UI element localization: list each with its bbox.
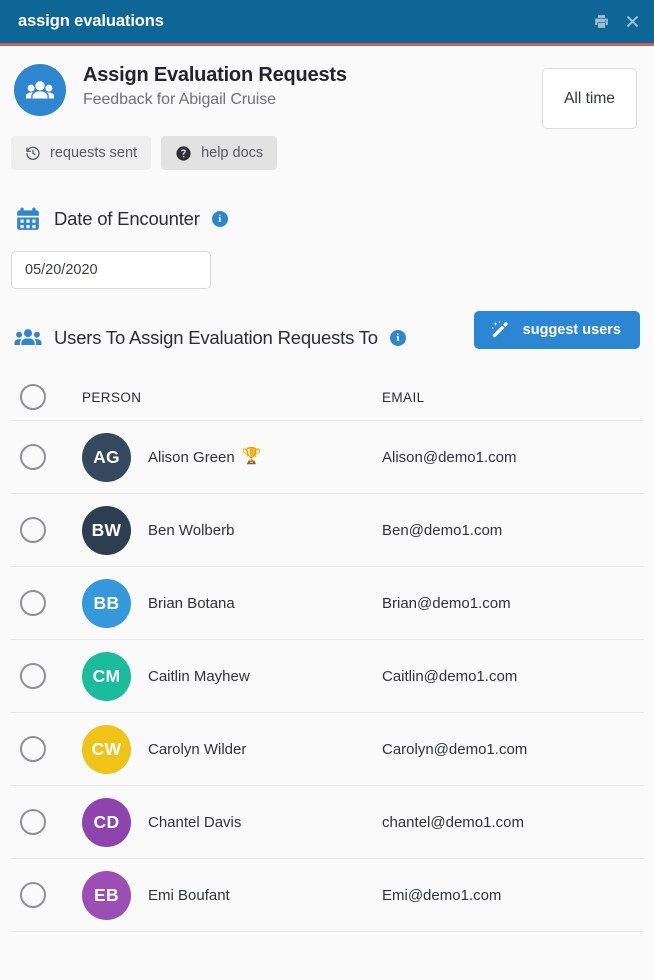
table-row[interactable]: AG Alison Green 🏆 Alison@demo1.com <box>10 421 644 494</box>
trophy-icon: 🏆 <box>241 448 262 465</box>
date-section-header: Date of Encounter i <box>14 170 640 233</box>
close-icon[interactable] <box>623 13 641 31</box>
person-cell: AG Alison Green 🏆 <box>82 432 382 482</box>
page-body: Assign Evaluation Requests Feedback for … <box>0 46 654 980</box>
requests-sent-button[interactable]: requests sent <box>11 136 152 170</box>
group-people-icon <box>14 64 66 116</box>
row-select-cell <box>20 882 82 908</box>
email-cell: Carolyn@demo1.com <box>382 740 528 758</box>
avatar: BW <box>82 505 131 555</box>
row-select-cell <box>20 590 82 616</box>
select-all-radio[interactable] <box>20 384 46 410</box>
page-header-text: Assign Evaluation Requests Feedback for … <box>83 62 347 109</box>
table-row[interactable]: EB Emi Boufant Emi@demo1.com <box>10 859 644 932</box>
person-name-text: Carolyn Wilder <box>148 740 247 758</box>
avatar: CW <box>82 724 131 774</box>
avatar: AG <box>82 432 131 482</box>
person-name-text: Caitlin Mayhew <box>148 667 250 685</box>
email-cell: chantel@demo1.com <box>382 813 524 831</box>
page-subtitle: Feedback for Abigail Cruise <box>83 91 276 108</box>
row-select-radio[interactable] <box>20 736 46 762</box>
table-row[interactable]: CD Chantel Davis chantel@demo1.com <box>10 786 644 859</box>
row-select-cell <box>20 663 82 689</box>
row-select-cell <box>20 809 82 835</box>
avatar: BB <box>82 578 131 628</box>
users-table: PERSON EMAIL AG Alison Green 🏆 Alison@demo1… <box>0 374 654 932</box>
email-cell: Alison@demo1.com <box>382 448 517 466</box>
person-name: Carolyn Wilder <box>148 741 246 758</box>
help-docs-label: help docs <box>201 145 264 161</box>
help-docs-button[interactable]: help docs <box>161 136 278 170</box>
avatar: CD <box>82 797 131 847</box>
select-all-cell <box>20 384 82 410</box>
date-section-label: Date of Encounter <box>54 208 200 229</box>
calendar-icon <box>14 205 42 233</box>
print-icon[interactable] <box>592 13 610 31</box>
person-cell: CW Carolyn Wilder <box>82 724 382 774</box>
column-header-person: PERSON <box>82 389 142 405</box>
date-of-encounter-input[interactable] <box>11 251 211 289</box>
window-titlebar: assign evaluations <box>0 0 654 43</box>
row-select-radio[interactable] <box>20 809 46 835</box>
row-select-radio[interactable] <box>20 590 46 616</box>
page-title: Assign Evaluation Requests <box>83 64 347 86</box>
users-to-assign-section: Users To Assign Evaluation Requests To i… <box>0 289 654 352</box>
row-select-cell <box>20 517 82 543</box>
row-select-radio[interactable] <box>20 663 46 689</box>
person-name-text: Emi Boufant <box>148 886 230 904</box>
person-cell: CD Chantel Davis <box>82 797 382 847</box>
row-select-cell <box>20 444 82 470</box>
table-row[interactable]: BW Ben Wolberb Ben@demo1.com <box>10 494 644 567</box>
person-cell: BW Ben Wolberb <box>82 505 382 555</box>
person-cell: CM Caitlin Mayhew <box>82 651 382 701</box>
email-cell: Emi@demo1.com <box>382 886 502 904</box>
suggest-users-label: suggest users <box>522 322 621 338</box>
email-cell: Caitlin@demo1.com <box>382 667 518 685</box>
time-filter-button[interactable]: All time <box>542 68 637 129</box>
column-header-email: EMAIL <box>382 389 425 405</box>
person-name-text: Ben Wolberb <box>148 521 235 539</box>
person-name: Chantel Davis <box>148 814 241 831</box>
question-circle-icon <box>175 145 192 162</box>
person-name: Alison Green 🏆 <box>148 449 262 466</box>
person-name: Ben Wolberb <box>148 522 234 539</box>
date-of-encounter-section: Date of Encounter i <box>0 170 654 289</box>
titlebar-actions <box>592 13 641 31</box>
person-name-text: Alison Green <box>148 448 235 466</box>
row-select-radio[interactable] <box>20 882 46 908</box>
window-title: assign evaluations <box>18 12 164 30</box>
person-cell: BB Brian Botana <box>82 578 382 628</box>
person-name: Brian Botana <box>148 595 235 612</box>
table-rows: AG Alison Green 🏆 Alison@demo1.com BW Ben Wol… <box>10 421 644 932</box>
table-row[interactable]: CM Caitlin Mayhew Caitlin@demo1.com <box>10 640 644 713</box>
table-header-row: PERSON EMAIL <box>10 374 644 421</box>
table-row[interactable]: CW Carolyn Wilder Carolyn@demo1.com <box>10 713 644 786</box>
magic-wand-icon <box>490 320 510 340</box>
row-select-cell <box>20 736 82 762</box>
avatar: EB <box>82 870 131 920</box>
row-select-radio[interactable] <box>20 517 46 543</box>
users-section-label: Users To Assign Evaluation Requests To <box>54 327 378 348</box>
person-name: Emi Boufant <box>148 887 230 904</box>
person-name-text: Chantel Davis <box>148 813 242 831</box>
person-name: Caitlin Mayhew <box>148 668 250 685</box>
group-people-icon <box>14 324 42 352</box>
info-icon[interactable]: i <box>211 211 228 227</box>
row-select-radio[interactable] <box>20 444 46 470</box>
table-row[interactable]: BB Brian Botana Brian@demo1.com <box>10 567 644 640</box>
email-cell: Ben@demo1.com <box>382 521 503 539</box>
avatar: CM <box>82 651 131 701</box>
requests-sent-label: requests sent <box>50 145 138 161</box>
person-name-text: Brian Botana <box>148 594 235 612</box>
suggest-users-button[interactable]: suggest users <box>473 311 640 349</box>
person-cell: EB Emi Boufant <box>82 870 382 920</box>
history-clock-icon <box>25 145 41 161</box>
email-cell: Brian@demo1.com <box>382 594 511 612</box>
info-icon[interactable]: i <box>389 330 406 346</box>
